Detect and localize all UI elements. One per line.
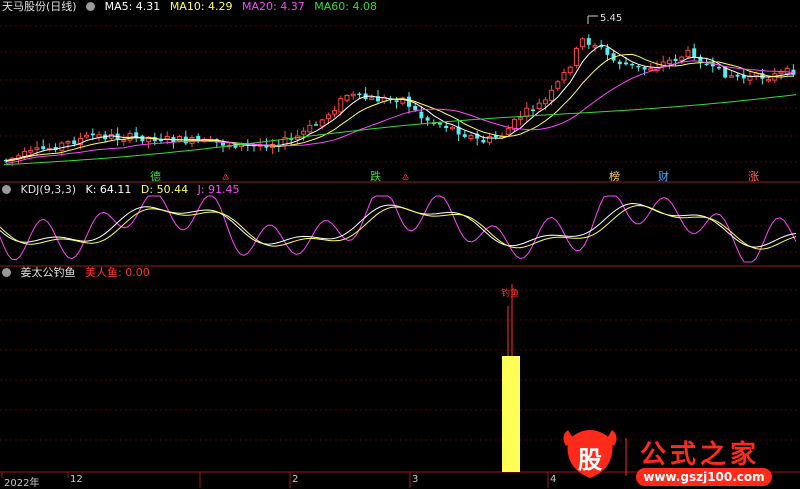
logo-text: 公式之家	[640, 440, 761, 470]
candle-body	[301, 130, 307, 135]
signal-marker: 跌	[370, 169, 381, 183]
candle-body	[685, 49, 691, 58]
candle-body	[177, 136, 183, 142]
candle-body	[636, 65, 641, 68]
signal-marker: 榜	[609, 169, 620, 183]
candle-body	[692, 48, 697, 58]
logo-url[interactable]: www.gszj100.com	[636, 468, 772, 486]
signal-marker: 德	[150, 169, 161, 183]
high-marker-label: 5.45	[600, 13, 622, 24]
x-axis-label: 3	[412, 474, 419, 485]
ma60-line	[3, 94, 797, 166]
candle-body	[350, 93, 356, 97]
candle-body	[735, 74, 740, 77]
candle-body	[605, 47, 610, 55]
x-axis-label: 12	[70, 474, 83, 485]
candle-body	[462, 134, 467, 137]
x-axis-label: 4	[550, 474, 557, 485]
candle-body	[425, 117, 430, 121]
candle-body	[338, 98, 344, 113]
candle-body	[642, 67, 647, 70]
candle-body	[369, 97, 375, 100]
chart-canvas[interactable]: 5.45 德 跌 榜 财 涨 ♴ ♴ 钓鱼	[0, 0, 800, 488]
candle-body	[438, 123, 442, 125]
candle-body	[344, 95, 350, 101]
candle-body	[319, 119, 325, 127]
candle-body	[505, 128, 511, 135]
candle-body	[481, 139, 486, 143]
candle-body	[449, 126, 455, 130]
candle-body	[531, 109, 535, 112]
candle-body	[96, 134, 102, 138]
candle-body	[413, 105, 418, 111]
candle-body	[90, 133, 95, 136]
candle-body	[34, 147, 40, 150]
candle-body	[332, 110, 338, 115]
candle-body	[766, 78, 772, 82]
candle-body	[555, 81, 561, 89]
candle-body	[41, 146, 46, 150]
candle-body	[65, 141, 71, 144]
x-axis-label: 2022年	[4, 478, 40, 489]
candle-body	[72, 140, 77, 145]
candle-body	[394, 100, 399, 102]
candle-body	[561, 72, 567, 81]
candle-body	[314, 124, 318, 126]
signal-marker: 财	[658, 169, 669, 183]
candle-body	[536, 102, 542, 109]
x-axis-label: 2	[292, 474, 299, 485]
indicator-signal-label: 钓鱼	[501, 287, 519, 299]
candle-body	[518, 117, 524, 120]
signal-marker: 涨	[748, 170, 759, 183]
candle-body	[28, 149, 34, 153]
candle-body	[728, 75, 734, 78]
candle-body	[617, 61, 622, 65]
signal-marker-small: ♴	[222, 173, 229, 182]
candle-body	[524, 107, 530, 117]
candle-body	[704, 63, 709, 66]
candle-body	[357, 93, 362, 96]
candle-body	[673, 58, 678, 61]
candle-body	[666, 59, 672, 64]
candle-body	[121, 139, 127, 142]
candle-body	[468, 135, 474, 139]
candle-body	[573, 47, 579, 66]
candle-body	[717, 66, 721, 69]
candle-body	[84, 134, 90, 138]
ma20-line	[5, 60, 794, 164]
candle-body	[679, 56, 685, 61]
candle-body	[59, 142, 65, 151]
candle-body	[549, 89, 555, 101]
candle-body	[624, 62, 628, 65]
candle-body	[542, 99, 548, 105]
candle-body	[307, 124, 313, 133]
candle-body	[784, 67, 790, 75]
candle-body	[630, 63, 635, 66]
candle-body	[648, 68, 654, 71]
candle-body	[419, 111, 424, 119]
candle-body	[325, 114, 331, 120]
signal-marker-small: ♴	[402, 173, 409, 182]
candle-body	[444, 125, 449, 129]
candle-body	[586, 38, 591, 45]
candle-body	[22, 150, 28, 157]
candle-body	[580, 38, 586, 48]
indicator-bar	[502, 356, 520, 472]
candle-body	[592, 45, 598, 48]
candle-body	[134, 132, 139, 137]
candle-body	[407, 96, 411, 107]
candle-body	[567, 66, 573, 74]
